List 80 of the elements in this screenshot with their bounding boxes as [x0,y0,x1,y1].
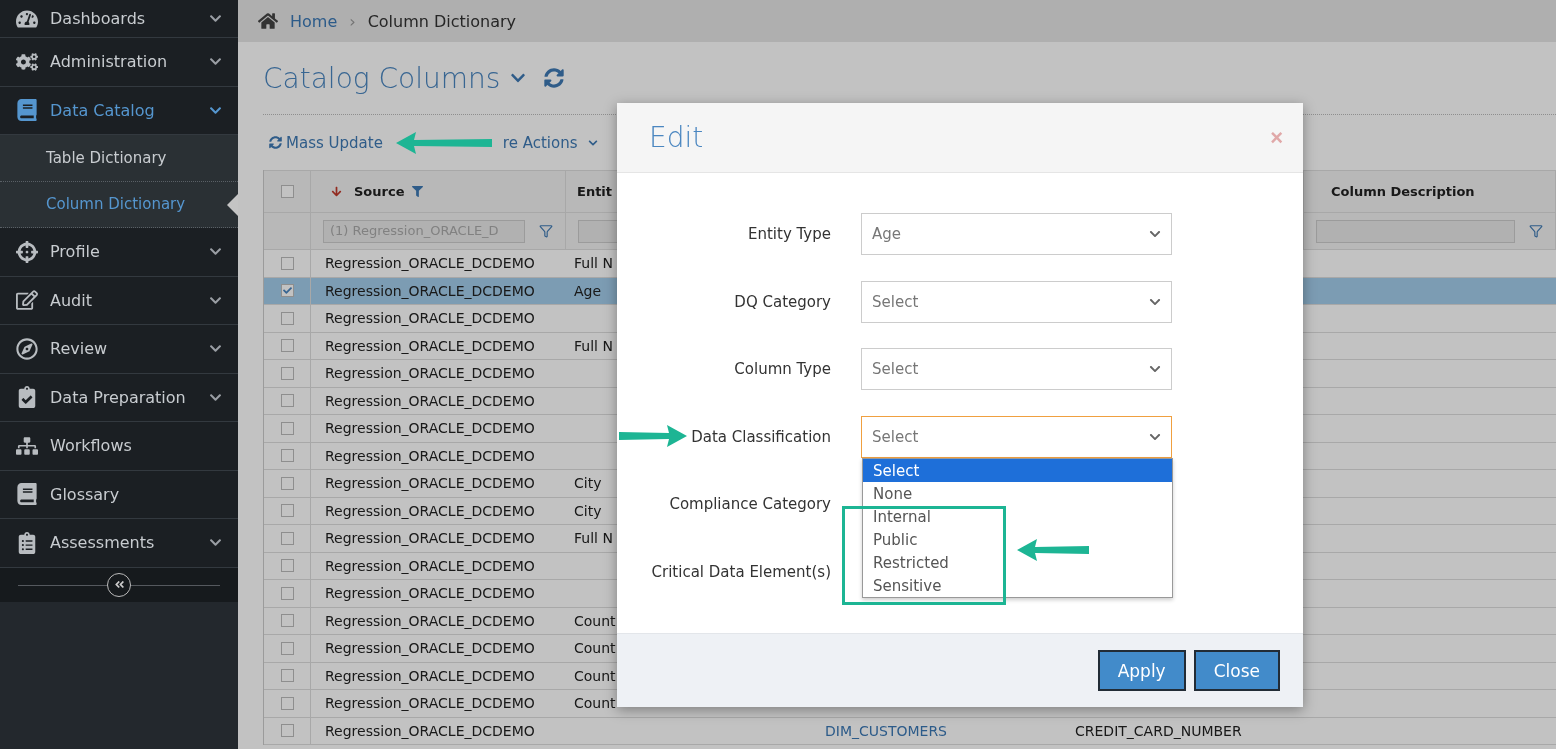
dropdown-option[interactable]: None [863,482,1172,505]
select-field[interactable]: Select [861,280,1172,323]
apply-button[interactable]: Apply [1097,650,1186,691]
sidebar-item[interactable]: Data Catalog [0,86,238,135]
sidebar-item[interactable]: Profile [0,228,238,277]
column-header[interactable]: Column Description [1304,170,1556,213]
dropdown-option[interactable]: Select [863,459,1172,482]
field-label: Data Classification [691,427,831,446]
row-checkbox[interactable] [280,559,294,573]
row-checkbox[interactable] [280,614,294,628]
sidebar-subitem[interactable]: Table Dictionary [0,135,238,182]
select-field[interactable]: Select [861,348,1172,390]
menu-icon [16,434,38,457]
row-checkbox[interactable] [280,366,294,380]
sort-arrow-icon [331,186,342,197]
filter-field[interactable] [1316,219,1515,243]
menu-icon [16,337,38,360]
refresh-icon[interactable] [544,68,565,88]
dropdown-option[interactable]: Internal [863,505,1172,528]
select-field[interactable]: Select [861,415,1172,458]
sidebar-subitem[interactable]: Column Dictionary [0,181,238,228]
row-checkbox[interactable] [280,256,294,270]
dropdown-option[interactable]: Public [863,528,1172,551]
menu-icon [16,483,38,506]
row-checkbox[interactable] [280,696,294,710]
menu-icon [16,50,38,73]
row-checkbox[interactable] [280,284,294,298]
close-button[interactable]: Close [1193,650,1280,691]
menu-icon [16,99,38,122]
sidebar-item[interactable]: Dashboards [0,0,238,38]
menu-icon [16,386,38,409]
double-chevron-icon [113,579,125,590]
chevron-icon [1149,228,1161,240]
chevron-icon [1149,363,1161,375]
sidebar-item[interactable]: Data Preparation [0,373,238,422]
refresh-icon [269,136,282,149]
more-actions-button[interactable]: re Actions [502,133,598,152]
menu-icon [16,289,38,312]
menu-icon [16,531,38,554]
row-checkbox[interactable] [280,724,294,738]
sidebar-item[interactable]: Workflows [0,422,238,471]
home-icon[interactable] [258,11,278,31]
table-cell: Regression_ORACLE_DCDEMO [311,277,566,305]
row-checkbox[interactable] [280,476,294,490]
sidebar-item[interactable]: Review [0,325,238,374]
column-header[interactable]: Source [311,170,566,213]
row-checkbox[interactable] [280,394,294,408]
row-checkbox[interactable] [280,641,294,655]
sidebar-item[interactable]: Glossary [0,470,238,519]
breadcrumb-separator: › [349,11,356,31]
sidebar-item[interactable]: Audit [0,276,238,325]
row-checkbox[interactable] [280,449,294,463]
filter-icon[interactable] [539,224,553,238]
sidebar-item[interactable]: Assessments [0,519,238,568]
field-label: Column Type [734,360,831,378]
row-checkbox[interactable] [280,669,294,683]
row-checkbox[interactable] [280,586,294,600]
row-checkbox[interactable] [280,531,294,545]
select-all-checkbox[interactable] [280,185,294,198]
filter-icon[interactable] [412,186,424,197]
collapse-button[interactable] [107,572,131,597]
dropdown-option[interactable]: Restricted [863,551,1172,574]
field-label: Critical Data Element(s) [651,562,831,581]
row-checkbox[interactable] [280,421,294,435]
row-checkbox[interactable] [280,504,294,518]
filter-icon[interactable] [1529,224,1543,238]
row-checkbox[interactable] [280,339,294,353]
sidebar-item[interactable]: Administration [0,38,238,87]
select-field[interactable]: Age [861,213,1172,255]
field-label: Entity Type [748,225,831,243]
dialog-title: Edit [649,121,704,154]
row-checkbox[interactable] [280,311,294,325]
mass-update-button[interactable]: Mass Update [269,133,383,152]
check-icon [282,286,292,296]
chevron-icon [587,137,598,148]
page-title: Catalog Columns [263,61,501,95]
breadcrumb-current: Column Dictionary [367,11,517,31]
annotation-arrow [617,423,689,449]
dropdown-option[interactable]: Sensitive [863,574,1172,597]
menu-icon [16,240,38,263]
